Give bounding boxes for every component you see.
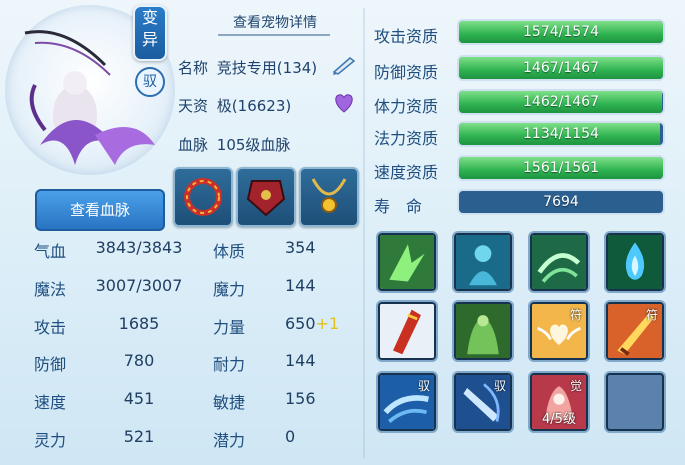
skill-slot-8[interactable]: 符: [606, 302, 664, 360]
guardian-skill-icon: [456, 304, 510, 358]
life-label: 寿 命: [374, 197, 423, 216]
aptitude-value: 1467/1467: [523, 60, 599, 76]
skill-slot-1[interactable]: [378, 233, 436, 291]
skill-slot-6[interactable]: [454, 302, 512, 360]
variant-badge: 变 异: [133, 5, 167, 61]
aptitude-label: 防御资质: [374, 63, 439, 82]
bloodline-label: 血脉: [178, 136, 209, 154]
skill-slot-5[interactable]: [378, 302, 436, 360]
awaken-level: 4/5级: [542, 412, 576, 427]
skill-slot-11[interactable]: 觉 4/5级: [530, 373, 588, 431]
attribute-value: 650+1: [285, 314, 339, 333]
stat-label: 气血: [34, 242, 67, 261]
charm-tag-2: 符: [645, 308, 658, 322]
heart-icon: [332, 92, 356, 114]
aptitude-label: 法力资质: [374, 129, 439, 148]
stat-label: 灵力: [34, 431, 67, 450]
view-pet-details-link[interactable]: 查看宠物详情: [210, 12, 340, 32]
attribute-label: 力量: [213, 318, 246, 337]
stat-label: 魔法: [34, 280, 67, 299]
attribute-value: 156: [285, 389, 316, 408]
name-label: 名称: [178, 59, 209, 77]
awaken-tag: 觉: [569, 379, 582, 393]
ride-tag-2: 驭: [493, 379, 506, 393]
aptitude-value: 1574/1574: [523, 24, 599, 40]
ride-badge[interactable]: 驭: [135, 67, 165, 97]
skill-slot-2[interactable]: [454, 233, 512, 291]
stat-label: 攻击: [34, 318, 67, 337]
skill-slot-4[interactable]: [606, 233, 664, 291]
attribute-value-number: 0: [285, 427, 296, 446]
blue-flame-skill-icon: [608, 235, 662, 289]
attribute-bonus: +1: [315, 314, 340, 333]
attribute-value: 144: [285, 276, 316, 295]
aptitude-bar: 1561/1561: [457, 155, 665, 181]
necklace-icon: [311, 178, 347, 213]
attribute-label: 潜力: [213, 431, 246, 450]
pet-name-row: 名称 竞技专用(134): [178, 57, 317, 78]
attribute-value-number: 144: [285, 276, 316, 295]
attribute-label: 敏捷: [213, 393, 246, 412]
aptitude-value: 1561/1561: [523, 160, 599, 176]
strike-skill-icon: [380, 235, 434, 289]
stat-value: 780: [123, 351, 155, 370]
variant-badge-char-2: 异: [141, 30, 158, 49]
stat-label: 防御: [34, 355, 67, 374]
attribute-value-number: 156: [285, 389, 316, 408]
talent-value: 极(16623): [216, 97, 292, 115]
aptitude-label: 攻击资质: [374, 27, 439, 46]
attribute-value: 354: [285, 238, 316, 257]
life-value: 7694: [543, 194, 579, 210]
ride-tag-1: 驭: [417, 379, 430, 393]
armor-icon: [246, 180, 286, 217]
attribute-value-number: 354: [285, 238, 316, 257]
life-bar: 7694: [457, 189, 665, 215]
whirlwind-skill-icon: [532, 235, 586, 289]
view-bloodline-button[interactable]: 查看血脉: [35, 189, 165, 231]
attribute-label: 魔力: [213, 280, 246, 299]
stat-value: 521: [123, 427, 155, 446]
aptitude-label: 速度资质: [374, 163, 439, 182]
aptitude-label: 体力资质: [374, 97, 439, 116]
panel-divider: [363, 8, 365, 458]
attribute-value: 0: [285, 427, 295, 446]
skill-slot-10[interactable]: 驭: [454, 373, 512, 431]
view-link-underline: [218, 34, 330, 36]
stat-value: 1685: [118, 314, 160, 333]
attribute-value: 144: [285, 351, 316, 370]
spirit-skill-icon: [456, 235, 510, 289]
attribute-label: 体质: [213, 242, 246, 261]
aptitude-bar: 1134/1154: [457, 121, 665, 147]
aptitude-value: 1134/1154: [523, 126, 599, 142]
aptitude-bar: 1467/1467: [457, 55, 665, 81]
empty-skill-slot[interactable]: [606, 373, 664, 431]
skill-slot-3[interactable]: [530, 233, 588, 291]
aptitude-bar: 1574/1574: [457, 19, 665, 45]
pet-talent-row: 天资 极(16623): [178, 95, 291, 116]
stat-value: 3843/3843: [95, 238, 183, 257]
equipment-slot-3[interactable]: [299, 167, 359, 227]
skill-slot-7[interactable]: 符: [530, 302, 588, 360]
attribute-value-number: 144: [285, 351, 316, 370]
card-strike-skill-icon: [380, 304, 434, 358]
stat-value: 451: [123, 389, 155, 408]
attribute-label: 耐力: [213, 355, 246, 374]
name-value: 竞技专用(134): [216, 59, 318, 77]
attribute-value-number: 650: [285, 314, 316, 333]
aptitude-value: 1462/1467: [523, 94, 599, 110]
bracelet-icon: [184, 178, 222, 216]
pet-bloodline-row: 血脉 105级血脉: [178, 134, 290, 155]
variant-badge-char-1: 变: [141, 8, 158, 27]
skill-slot-9[interactable]: 驭: [378, 373, 436, 431]
stat-value: 3007/3007: [95, 276, 183, 295]
bloodline-value: 105级血脉: [216, 136, 291, 154]
charm-tag: 符: [569, 308, 582, 322]
talent-label: 天资: [178, 97, 209, 115]
edit-name-icon[interactable]: [330, 54, 358, 76]
stat-label: 速度: [34, 393, 67, 412]
aptitude-bar: 1462/1467: [457, 89, 665, 115]
equipment-slot-1[interactable]: [173, 167, 233, 227]
equipment-slot-2[interactable]: [236, 167, 296, 227]
